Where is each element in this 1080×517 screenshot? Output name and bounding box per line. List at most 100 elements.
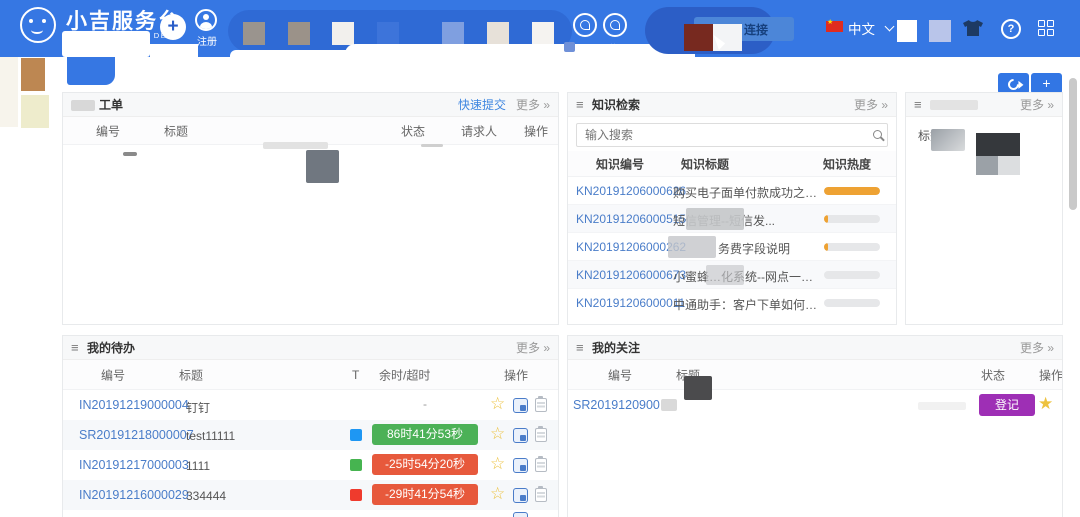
transfer-doc-icon[interactable] bbox=[513, 458, 528, 473]
more-link[interactable]: 更多 » bbox=[516, 93, 550, 117]
scrollbar-thumb[interactable] bbox=[1069, 78, 1077, 210]
favorite-star-icon[interactable] bbox=[490, 393, 505, 415]
tags-panel-header: 更多 » bbox=[906, 93, 1062, 117]
redacted-image bbox=[976, 156, 998, 175]
redacted-nav-icon bbox=[929, 20, 951, 42]
knowledge-id-link[interactable]: KN20191206000011 bbox=[576, 296, 685, 310]
register-user-icon[interactable] bbox=[195, 9, 217, 31]
more-link[interactable]: 更多 » bbox=[854, 93, 888, 117]
redacted-region bbox=[564, 42, 575, 52]
theme-tshirt-icon[interactable] bbox=[963, 20, 983, 40]
heat-bar bbox=[824, 243, 880, 251]
heat-bar bbox=[824, 215, 880, 223]
add-widget-button[interactable]: + bbox=[1031, 73, 1062, 94]
knowledge-id-link[interactable]: KN20191206000626 bbox=[576, 184, 686, 198]
knowledge-search-input[interactable] bbox=[576, 123, 888, 147]
redacted-nav-icon bbox=[487, 22, 509, 45]
redacted-nav-icon bbox=[532, 22, 554, 45]
quick-submit-link[interactable]: 快速提交 bbox=[458, 93, 506, 117]
clipboard-icon[interactable] bbox=[535, 486, 547, 502]
time-overdue-badge: -29时41分54秒 bbox=[372, 484, 478, 505]
knowledge-title-link[interactable]: 购买电子面单付款成功之后面单没... bbox=[673, 184, 821, 201]
redacted-nav-icon bbox=[332, 22, 354, 45]
todo-id-link[interactable]: IN20191217000003 bbox=[79, 458, 189, 472]
knowledge-title-link[interactable]: 中通助手：客户下单如何实名？ bbox=[673, 296, 821, 313]
follow-id-link[interactable]: SR2019120900 bbox=[573, 398, 660, 412]
column-label: 编号 bbox=[96, 124, 121, 138]
redacted-region bbox=[684, 24, 713, 51]
add-button[interactable] bbox=[160, 14, 186, 40]
redacted-region bbox=[421, 144, 443, 147]
todo-title: test11111 bbox=[186, 429, 236, 443]
search-icon[interactable] bbox=[873, 130, 882, 139]
knowledge-id-link[interactable]: KN20191206000673 bbox=[576, 268, 686, 282]
refresh-button[interactable] bbox=[998, 73, 1029, 94]
follow-row: SR2019120900 登记 bbox=[568, 390, 1062, 420]
redacted-image bbox=[976, 133, 1020, 156]
column-label: 操作 bbox=[1039, 368, 1063, 382]
clipboard-icon[interactable] bbox=[535, 456, 547, 472]
interconnect-icon[interactable] bbox=[573, 13, 597, 37]
transfer-doc-icon[interactable] bbox=[513, 398, 528, 413]
todo-id-link[interactable]: IN20191219000004 bbox=[79, 398, 189, 412]
chevron-down-icon[interactable] bbox=[884, 21, 895, 32]
redacted-region bbox=[918, 402, 966, 410]
nav-item-label[interactable]: 互联互通 bbox=[592, 41, 640, 55]
follows-column-header: 编号 标题 状态 操作 bbox=[568, 360, 1062, 390]
knowledge-row: KN20191206000673 小蜜蜂…化系统--网点一二派... bbox=[568, 261, 896, 289]
apps-grid-icon[interactable] bbox=[1038, 20, 1055, 37]
transfer-doc-icon[interactable] bbox=[513, 428, 528, 443]
clipboard-icon[interactable] bbox=[535, 396, 547, 412]
heat-bar bbox=[824, 187, 880, 195]
panel-title: 工单 bbox=[99, 98, 124, 112]
transfer-doc-icon[interactable] bbox=[513, 512, 528, 517]
todo-id-link[interactable]: SR20191218000007 bbox=[79, 428, 194, 442]
redacted-nav-icon bbox=[442, 22, 464, 45]
redacted-region bbox=[67, 57, 115, 85]
knowledge-panel-header: 知识检索 更多 » bbox=[568, 93, 896, 117]
register-label[interactable]: 注册 bbox=[192, 33, 222, 48]
redacted-region bbox=[661, 399, 677, 411]
redacted-region bbox=[263, 142, 328, 149]
redacted-nav-icon bbox=[897, 20, 917, 42]
column-label: 编号 bbox=[101, 368, 126, 382]
column-label: 知识标题 bbox=[681, 157, 730, 171]
panel-title: 知识检索 bbox=[591, 98, 640, 112]
todo-title: 1111 bbox=[186, 459, 211, 473]
heat-bar bbox=[824, 299, 880, 307]
tickets-panel-header: 工单 快速提交 更多 » bbox=[63, 93, 558, 117]
column-label: T bbox=[352, 367, 360, 382]
favorite-star-icon[interactable] bbox=[1038, 393, 1053, 415]
tags-panel: 更多 » 标签 bbox=[905, 92, 1063, 325]
todo-id-link[interactable]: IN20191216000029 bbox=[79, 488, 189, 502]
knowledge-row: KN20191206000626 购买电子面单付款成功之后面单没... bbox=[568, 177, 896, 205]
column-label: 知识编号 bbox=[596, 157, 645, 171]
knowledge-title-link[interactable]: 小蜜蜂…化系统--网点一二派... bbox=[673, 268, 821, 285]
transfer-doc-icon[interactable] bbox=[513, 488, 528, 503]
redacted-region bbox=[345, 44, 695, 57]
more-link[interactable]: 更多 » bbox=[1020, 93, 1054, 117]
list-icon bbox=[914, 93, 922, 117]
help-icon[interactable] bbox=[1001, 19, 1021, 39]
clipboard-icon[interactable] bbox=[535, 426, 547, 442]
language-selector[interactable]: 中文 bbox=[848, 18, 875, 38]
redacted-image bbox=[998, 156, 1020, 175]
panel-title: 我的关注 bbox=[591, 341, 640, 355]
favorite-star-icon[interactable] bbox=[490, 483, 505, 505]
china-flag-icon bbox=[826, 18, 843, 32]
favorite-star-icon[interactable] bbox=[490, 423, 505, 445]
more-link[interactable]: 更多 » bbox=[516, 336, 550, 360]
list-icon bbox=[71, 336, 79, 360]
knowledge-row: KN20191206000262 务费字段说明 bbox=[568, 233, 896, 261]
knowledge-id-link[interactable]: KN20191206000515 bbox=[576, 212, 686, 226]
redacted-region bbox=[62, 31, 150, 57]
interconnect-icon[interactable] bbox=[603, 13, 627, 37]
service-desk-dashboard: { "header": { "logo_title": "小吉服务台", "lo… bbox=[0, 0, 1080, 517]
more-link[interactable]: 更多 » bbox=[1020, 336, 1054, 360]
tickets-column-header: 编号 标题 状态 请求人 操作 bbox=[63, 117, 558, 145]
redacted-region bbox=[21, 95, 49, 128]
register-status-badge[interactable]: 登记 bbox=[979, 394, 1035, 416]
redacted-region bbox=[706, 265, 744, 285]
favorite-star-icon[interactable] bbox=[490, 453, 505, 475]
logo-mascot-icon bbox=[20, 7, 56, 43]
